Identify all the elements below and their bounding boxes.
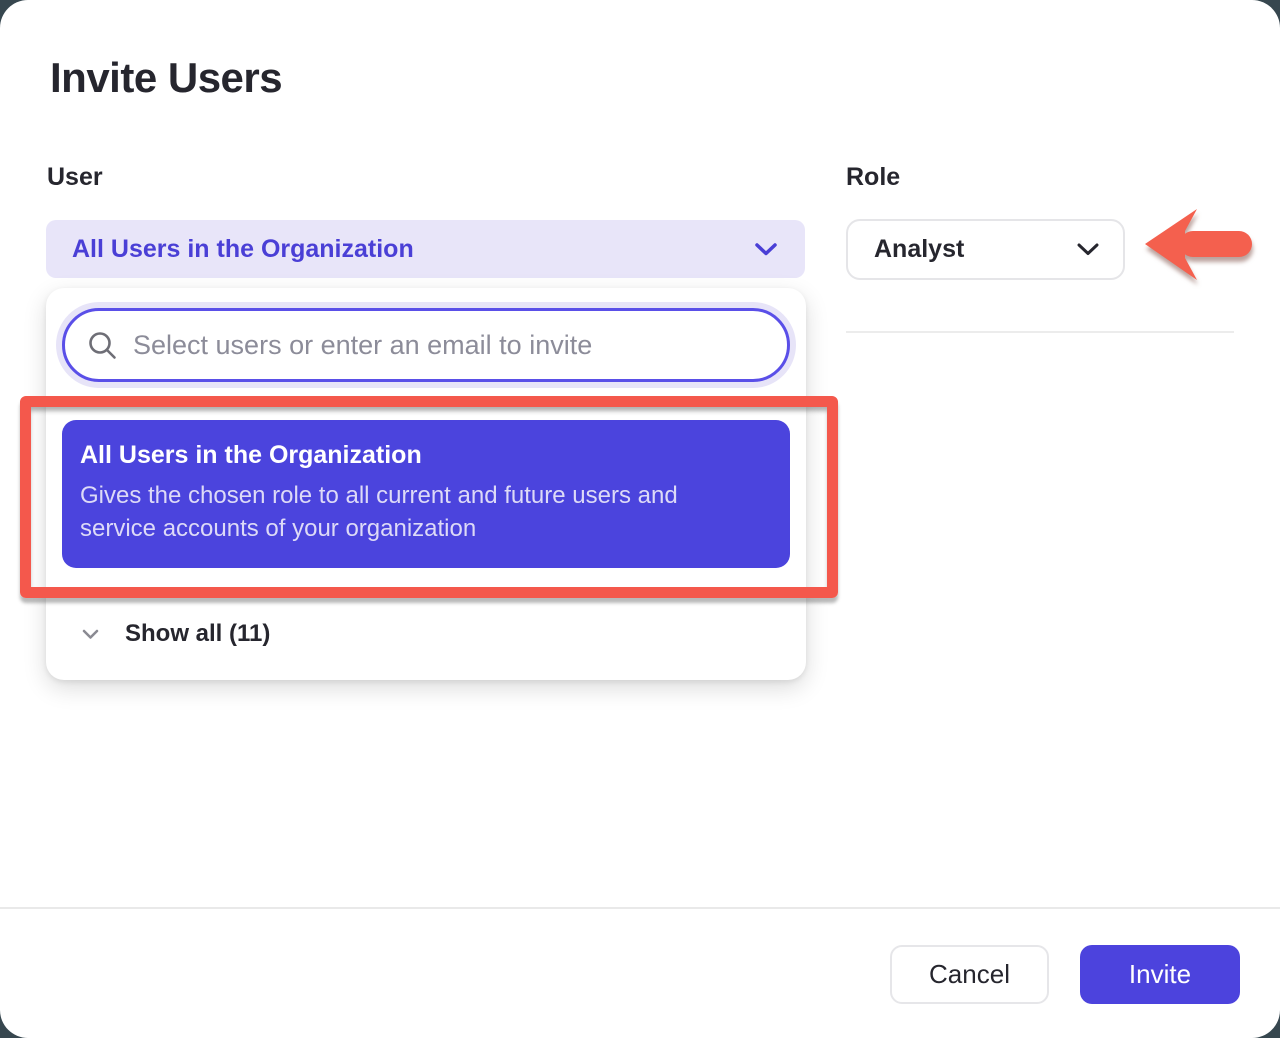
- option-title: All Users in the Organization: [80, 441, 760, 470]
- chevron-down-icon: [1077, 243, 1099, 256]
- show-all-toggle[interactable]: Show all (11): [46, 610, 806, 658]
- role-select[interactable]: Analyst: [846, 219, 1125, 280]
- invite-users-modal: Invite Users User Role All Users in the …: [0, 0, 1280, 1038]
- invite-button[interactable]: Invite: [1080, 945, 1240, 1004]
- user-search-box[interactable]: [62, 308, 790, 382]
- footer-divider: [0, 907, 1280, 909]
- role-select-value: Analyst: [874, 235, 964, 264]
- user-search-input[interactable]: [133, 330, 767, 361]
- show-all-label: Show all (11): [125, 620, 270, 648]
- role-section-divider: [846, 331, 1234, 333]
- option-all-users-in-organization[interactable]: All Users in the Organization Gives the …: [62, 420, 790, 568]
- user-select-value: All Users in the Organization: [72, 235, 414, 264]
- user-field-label: User: [47, 163, 103, 192]
- user-dropdown-panel: All Users in the Organization Gives the …: [46, 288, 806, 680]
- chevron-down-icon: [82, 629, 99, 640]
- chevron-down-icon: [755, 243, 777, 256]
- search-icon: [87, 330, 117, 360]
- user-select[interactable]: All Users in the Organization: [46, 220, 805, 278]
- role-field-label: Role: [846, 163, 900, 192]
- annotation-arrow-left-icon: [1138, 206, 1256, 294]
- option-description: Gives the chosen role to all current and…: [80, 479, 760, 545]
- cancel-button[interactable]: Cancel: [890, 945, 1049, 1004]
- page-title: Invite Users: [50, 54, 282, 102]
